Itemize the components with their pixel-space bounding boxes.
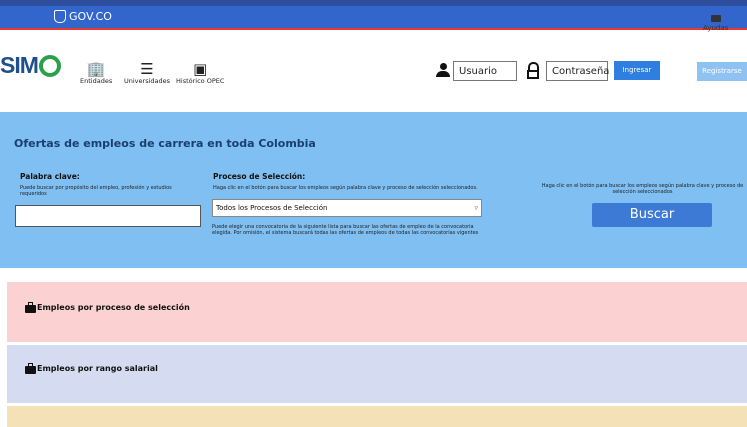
username-field[interactable]: Usuario	[453, 61, 517, 81]
nav-historico-label: Histórico OPEC	[176, 77, 225, 85]
card-process[interactable]: Empleos por proceso de selección	[7, 282, 747, 342]
nav-universidades-label: Universidades	[124, 77, 171, 85]
gov-label: GOV.CO	[69, 10, 112, 23]
process-select[interactable]: Todos los Procesos de Selección ▿	[212, 199, 482, 217]
nav-entidades-label: Entidades	[80, 77, 113, 85]
book-icon: ▣	[193, 60, 208, 78]
keyword-label: Palabra clave:	[20, 172, 80, 181]
card-salary-label: Empleos por rango salarial	[37, 364, 158, 373]
password-field[interactable]: Contraseña	[546, 61, 609, 81]
briefcase-icon	[25, 302, 36, 313]
nav-universidades[interactable]: ☰ Universidades	[124, 61, 170, 85]
register-button[interactable]: Registrarse	[697, 62, 747, 81]
help-label: Ayudas	[703, 24, 729, 32]
gov-link[interactable]: GOV.CO	[54, 10, 112, 23]
process-label: Proceso de Selección:	[213, 172, 306, 181]
user-icon	[436, 63, 450, 78]
lock-icon	[527, 62, 539, 79]
building-icon: 🏢	[86, 60, 106, 78]
logo-ring-icon	[38, 54, 61, 77]
search-button[interactable]: Buscar	[592, 203, 712, 227]
keyword-input[interactable]	[15, 205, 201, 227]
card-salary[interactable]: Empleos por rango salarial	[7, 345, 747, 403]
list-check-icon: ☰	[140, 60, 154, 78]
simo-logo[interactable]: SIM	[0, 52, 61, 79]
card-process-label: Empleos por proceso de selección	[37, 303, 190, 312]
nav-entidades[interactable]: 🏢 Entidades	[80, 61, 112, 85]
help-button[interactable]: Ayudas	[703, 15, 728, 32]
search-right-help: Haga clic en el botón para buscar los em…	[541, 183, 744, 195]
search-title: Ofertas de empleos de carrera en toda Co…	[14, 137, 316, 150]
gov-seal-icon	[54, 10, 66, 23]
nav-historico-opec[interactable]: ▣ Histórico OPEC	[176, 61, 224, 85]
process-help: Haga clic en el botón para buscar los em…	[213, 185, 478, 191]
keyword-help: Puede buscar por propósito del empleo, p…	[20, 185, 172, 197]
card-next[interactable]	[7, 406, 747, 427]
chevron-down-icon: ▿	[474, 204, 478, 212]
logo-text: SIM	[0, 52, 39, 78]
process-selected: Todos los Procesos de Selección	[216, 204, 328, 212]
login-button[interactable]: Ingresar	[614, 61, 660, 80]
process-note: Puede elegir una convocatoria de la sigu…	[212, 224, 479, 236]
video-camera-icon	[710, 15, 721, 22]
briefcase-icon	[25, 363, 36, 374]
gov-bar	[0, 6, 747, 28]
